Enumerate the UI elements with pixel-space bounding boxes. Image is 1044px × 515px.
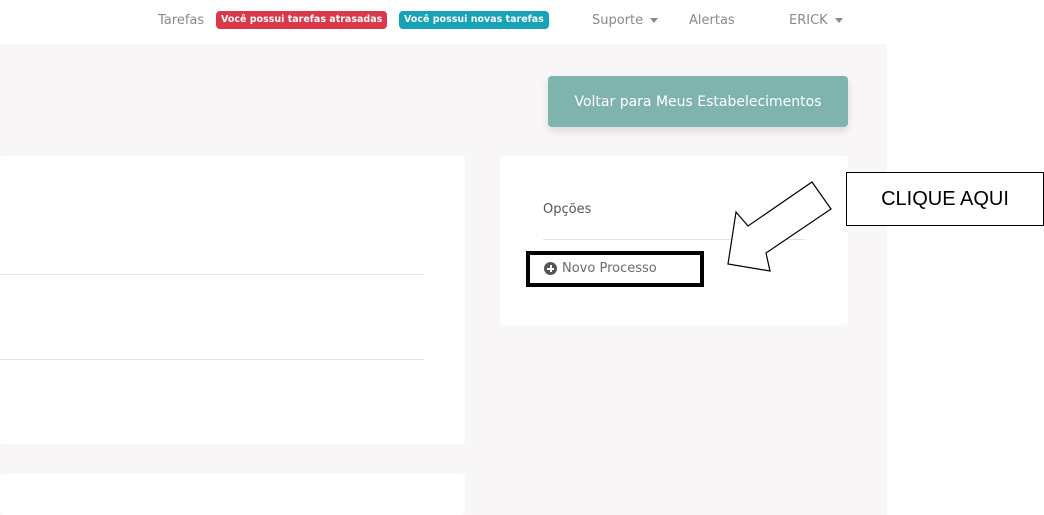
callout-box: CLIQUE AQUI [846,172,1044,226]
annotation-arrow-icon [727,181,832,272]
